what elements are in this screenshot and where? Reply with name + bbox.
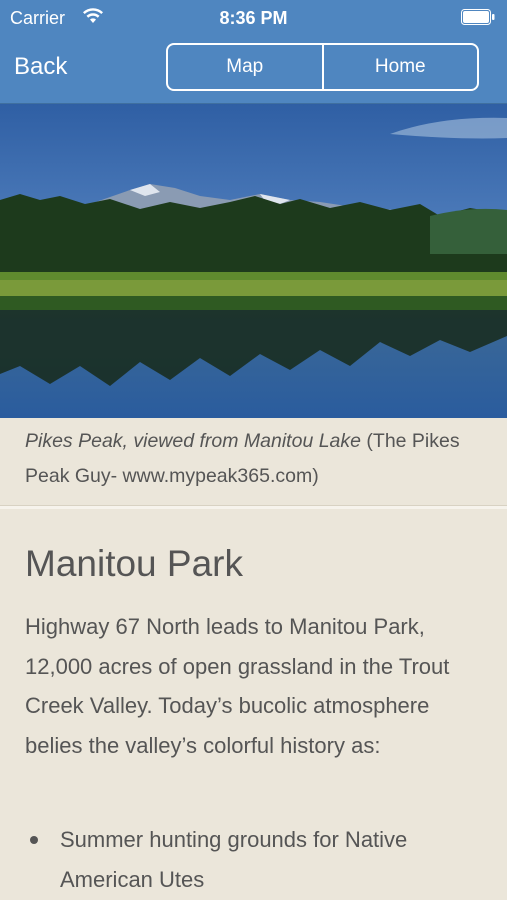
bullet-point — [30, 836, 38, 844]
status-bar: Carrier 8:36 PM — [0, 0, 507, 36]
home-segment[interactable]: Home — [321, 45, 478, 89]
back-button[interactable]: Back — [14, 53, 67, 81]
list-item-text: Summer hunting grounds for Native Americ… — [60, 827, 408, 892]
photo-caption: Pikes Peak, viewed from Manitou Lake (Th… — [25, 424, 495, 494]
article-title: Manitou Park — [25, 543, 243, 584]
clock: 8:36 PM — [219, 8, 288, 28]
battery-icon — [461, 9, 495, 25]
article-paragraph: Highway 67 North leads to Manitou Park, … — [25, 614, 450, 758]
caption-title: Pikes Peak, viewed from Manitou Lake — [25, 430, 361, 452]
pikes-peak-photo — [0, 104, 507, 418]
map-home-segmented-control: Map Home — [166, 43, 479, 91]
navigation-bar: Back Map Home — [0, 36, 507, 103]
map-segment[interactable]: Map — [168, 45, 322, 89]
list-item: Summer hunting grounds for Native Americ… — [30, 820, 480, 899]
app-header: Carrier 8:36 PM Back Map Home — [0, 0, 507, 104]
section-divider — [0, 505, 507, 509]
